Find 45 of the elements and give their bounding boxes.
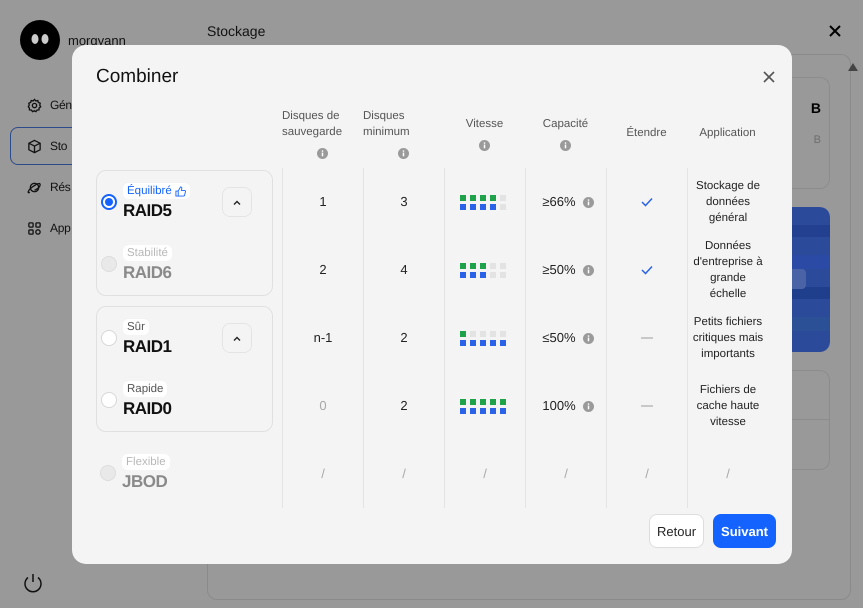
capacity-value: 100% xyxy=(541,396,577,415)
table-cell-text: / xyxy=(563,464,569,483)
raid-level-name: RAID0 xyxy=(123,399,172,419)
table-cell-text: Stockage de données général xyxy=(695,178,761,226)
raid-level-name: RAID6 xyxy=(123,263,172,283)
column-header: Disques minimum xyxy=(363,108,411,140)
raid-level-name: JBOD xyxy=(122,472,168,492)
dialog-title: Combiner xyxy=(96,66,178,88)
table-cell-text: / xyxy=(320,464,326,483)
option-tag: Flexible xyxy=(122,454,170,470)
table-cell-text: 4 xyxy=(399,260,409,279)
table-cell-text: 1 xyxy=(318,192,328,211)
nav-label: Rés xyxy=(50,180,70,194)
capacity-value: ≥50% xyxy=(541,260,577,279)
raid-level-name: RAID1 xyxy=(123,337,172,357)
column-header: Étendre xyxy=(626,126,667,142)
table-cell-text: 2 xyxy=(399,396,409,415)
table-cell-text: 2 xyxy=(318,260,328,279)
option-tag: Stabilité xyxy=(123,245,172,261)
option-tag: Sûr xyxy=(123,319,149,335)
capacity-value: ≥66% xyxy=(541,192,577,211)
page-title: Stockage xyxy=(207,23,266,39)
column-header: Vitesse xyxy=(466,116,504,132)
nav-label: Sto xyxy=(50,139,68,153)
column-header: Capacité xyxy=(542,116,588,132)
table-cell-text: / xyxy=(482,464,488,483)
storage-value: B xyxy=(810,100,821,116)
table-cell-text: Petits fichiers critiques mais importants xyxy=(692,314,764,362)
column-header: Disques de sauvegarde xyxy=(282,108,344,140)
table-cell-text: 3 xyxy=(399,192,409,211)
capacity-value: ≤50% xyxy=(541,328,577,347)
table-cell-text: Fichiers de cache haute vitesse xyxy=(696,382,760,430)
option-tag: Rapide xyxy=(123,381,168,397)
raid-level-name: RAID5 xyxy=(123,201,172,221)
nav-label: App xyxy=(50,221,70,235)
table-cell-text: / xyxy=(725,464,731,483)
table-cell-text: 2 xyxy=(399,328,409,347)
nav-label: Gén xyxy=(50,98,72,112)
column-header: Application xyxy=(699,126,756,142)
table-cell-text: n-1 xyxy=(312,328,334,347)
table-cell-text: Données d'entreprise à grande échelle xyxy=(692,238,764,302)
table-cell-text: 0 xyxy=(318,396,328,415)
table-cell-text: / xyxy=(401,464,407,483)
table-cell-text: / xyxy=(644,464,650,483)
option-tag: Équilibré xyxy=(123,183,190,199)
